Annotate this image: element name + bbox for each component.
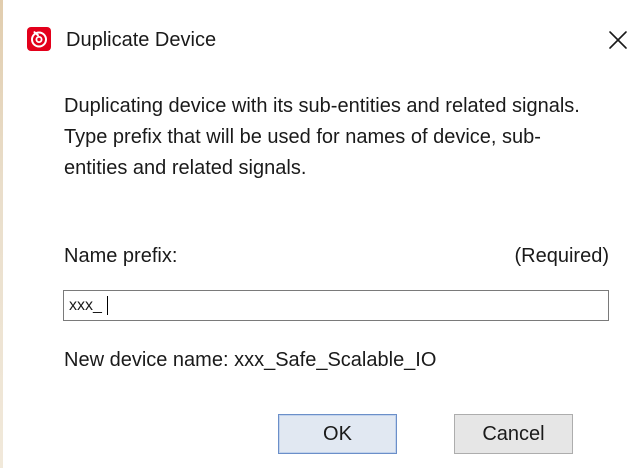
close-icon [609,31,627,49]
window-title: Duplicate Device [66,29,217,51]
close-button[interactable] [600,22,636,58]
duplicate-device-dialog: Duplicate Device Duplicating device with… [0,0,643,468]
dialog-description: Duplicating device with its sub-entities… [64,95,580,179]
text-caret [107,296,108,315]
required-label: (Required) [514,245,609,267]
name-prefix-input[interactable] [63,290,609,321]
cancel-button[interactable]: Cancel [454,414,573,454]
ok-button[interactable]: OK [278,414,397,454]
new-device-name-text: New device name: xxx_Safe_Scalable_IO [64,349,437,371]
app-logo-icon [27,27,51,51]
title-bar: Duplicate Device [0,0,643,78]
name-prefix-label: Name prefix: [64,245,178,267]
